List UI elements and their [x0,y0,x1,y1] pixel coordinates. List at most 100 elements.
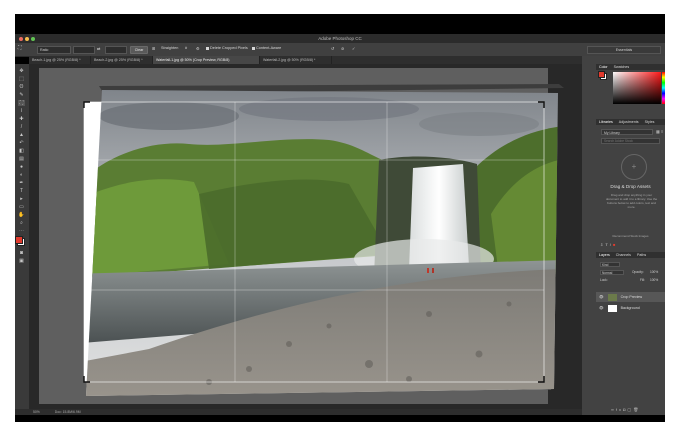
delete-cropped-checkbox[interactable]: Delete Cropped Pixels [206,46,248,50]
gradient-tool-icon[interactable]: ▤ [18,156,25,162]
rectangle-tool-icon[interactable]: ▭ [18,204,25,210]
tab-color[interactable]: Color [596,64,611,70]
overlay-grid-icon[interactable]: # [185,46,187,50]
recommend-stock-link[interactable]: Recommend Stock Images [596,234,665,238]
stamp-tool-icon[interactable]: ▲ [18,132,25,138]
brush-tool-icon[interactable]: / [18,124,25,130]
commit-check-icon[interactable]: ✓ [352,46,355,51]
list-view-icon[interactable]: ≡ [661,129,665,135]
blend-mode-dropdown[interactable]: Normal [600,270,624,275]
visibility-eye-icon[interactable]: 👁 [596,295,604,299]
reset-icon[interactable]: ↺ [331,46,334,51]
ratio-width-input[interactable] [73,46,95,54]
stock-search-input[interactable] [601,138,660,144]
tab-beach-2[interactable]: Beach-2.jpg @ 25% (RGB/8) * [91,56,153,64]
grid-view-icon[interactable]: ▦ [656,129,660,135]
ratio-height-input[interactable] [105,46,127,54]
title-bar: Adobe Photoshop CC [15,34,665,43]
type-tool-icon[interactable]: T [18,188,25,194]
pen-tool-icon[interactable]: ✒ [18,180,25,186]
eyedropper-tool-icon[interactable]: ⌇ [18,108,25,114]
history-brush-icon[interactable]: ↶ [18,140,25,146]
workspace-field[interactable]: Essentials [587,46,661,54]
tab-waterfall-2[interactable]: Waterfall-2.jpg @ 50% (RGB/8) * [260,56,332,64]
canvas-area[interactable] [29,64,582,409]
fx-icon[interactable]: fx [616,407,623,412]
crop-preview-image[interactable] [29,64,582,409]
delete-cropped-label: Delete Cropped Pixels [210,46,248,50]
marquee-tool-icon[interactable]: ⬚ [18,76,25,82]
blur-tool-icon[interactable]: ● [18,164,25,170]
layers-footer-icons: ∞fx◘▢🗑 [611,407,640,412]
settings-gear-icon[interactable]: ⚙ [196,46,199,51]
tab-channels[interactable]: Channels [613,252,634,258]
ratio-dropdown[interactable]: Ratio [37,46,71,54]
screen-mode-icon[interactable]: ▣ [18,258,25,264]
content-aware-checkbox[interactable]: Content-Aware [252,46,281,50]
layer-crop-preview[interactable]: 👁 Crop Preview [596,292,665,302]
layer-filter-kind[interactable]: Kind [600,262,620,267]
opacity-value[interactable]: 100% [650,270,658,274]
hue-slider[interactable] [662,72,665,104]
more-tools-icon[interactable]: ⋯ [18,228,25,234]
content-aware-label: Content-Aware [256,46,282,50]
color-panel-header: Color Swatches [596,64,665,70]
quick-mask-icon[interactable]: ◙ [18,250,25,256]
ratio-label: Ratio [40,48,49,52]
cancel-icon[interactable]: ⊘ [341,46,344,51]
visibility-eye-icon[interactable]: 👁 [596,306,604,310]
document-size: Doc: 15.8M/6.9M [54,410,81,414]
tab-libraries[interactable]: Libraries [596,119,616,125]
tab-paths[interactable]: Paths [634,252,649,258]
healing-tool-icon[interactable]: ✚ [18,116,25,122]
tab-layers[interactable]: Layers [596,252,613,258]
hand-tool-icon[interactable]: ✋ [18,212,25,218]
zoom-tool-icon[interactable]: ⌕ [18,220,25,226]
trash-icon[interactable]: 🗑 [633,407,640,412]
move-tool-icon[interactable]: ✥ [18,68,25,74]
foreground-color-swatch[interactable] [15,236,23,244]
app-title: Adobe Photoshop CC [318,36,362,41]
straighten-label[interactable]: Straighten [161,46,178,50]
workspace-label: Essentials [615,48,633,52]
libraries-panel-header: Libraries Adjustments Styles [596,119,665,125]
photoshop-window: Adobe Photoshop CC ⛶ Ratio ⇄ Clear ⊞ Str… [15,14,665,422]
options-bar: ⛶ Ratio ⇄ Clear ⊞ Straighten # ⚙ Delete … [15,43,665,57]
library-color-icon[interactable]: ■ [613,242,617,247]
tab-swatches[interactable]: Swatches [611,64,633,70]
layer-name: Crop Preview [620,295,643,299]
library-dropdown[interactable]: My Library [601,129,653,135]
eraser-tool-icon[interactable]: ◧ [18,148,25,154]
document-tabs: Beach-1.jpg @ 25% (RGB/8) * Beach-2.jpg … [29,56,582,64]
dodge-tool-icon[interactable]: ◐ [18,172,25,178]
lasso-tool-icon[interactable]: ʘ [18,84,25,90]
fill-value[interactable]: 100% [650,278,658,282]
swap-icon[interactable]: ⇄ [97,46,100,51]
tab-beach-1[interactable]: Beach-1.jpg @ 25% (RGB/8) * [29,56,91,64]
layer-name: Background [620,306,640,310]
clear-button[interactable]: Clear [130,46,148,54]
lock-label: Lock: [600,278,608,282]
layer-thumbnail [607,293,617,301]
crop-tool-icon[interactable]: ⛶ [18,45,22,51]
tab-waterfall-1[interactable]: Waterfall-1.jpg @ 50% (Crop Preview, RGB… [153,56,260,64]
tab-styles[interactable]: Styles [642,119,658,125]
library-actions-row: ⇩T/■ [600,242,662,248]
fill-label: Fill: [640,278,645,282]
tab-adjustments[interactable]: Adjustments [616,119,642,125]
color-fg-swatch[interactable] [598,71,605,78]
path-select-icon[interactable]: ▸ [18,196,25,202]
straighten-icon[interactable]: ⊞ [152,46,155,51]
tools-panel: ✥ ⬚ ʘ ✎ ⛶ ⌇ ✚ / ▲ ↶ ◧ ▤ ● ◐ ✒ T ▸ ▭ ✋ ⌕ … [15,64,30,409]
layer-background[interactable]: 👁 Background [596,303,665,313]
crop-tool-button-icon[interactable]: ⛶ [18,100,25,106]
quick-select-tool-icon[interactable]: ✎ [18,92,25,98]
bottom-letterbox [15,415,665,422]
drag-drop-body: Drag and drop anything in your document … [605,193,658,209]
library-name: My Library [604,131,620,135]
blend-mode-label: Normal [602,271,613,275]
layers-panel-header: Layers Channels Paths [596,252,665,258]
drag-drop-heading: Drag & Drop Assets [610,184,651,189]
color-picker-field[interactable] [613,72,661,104]
zoom-level[interactable]: 50% [15,410,40,414]
